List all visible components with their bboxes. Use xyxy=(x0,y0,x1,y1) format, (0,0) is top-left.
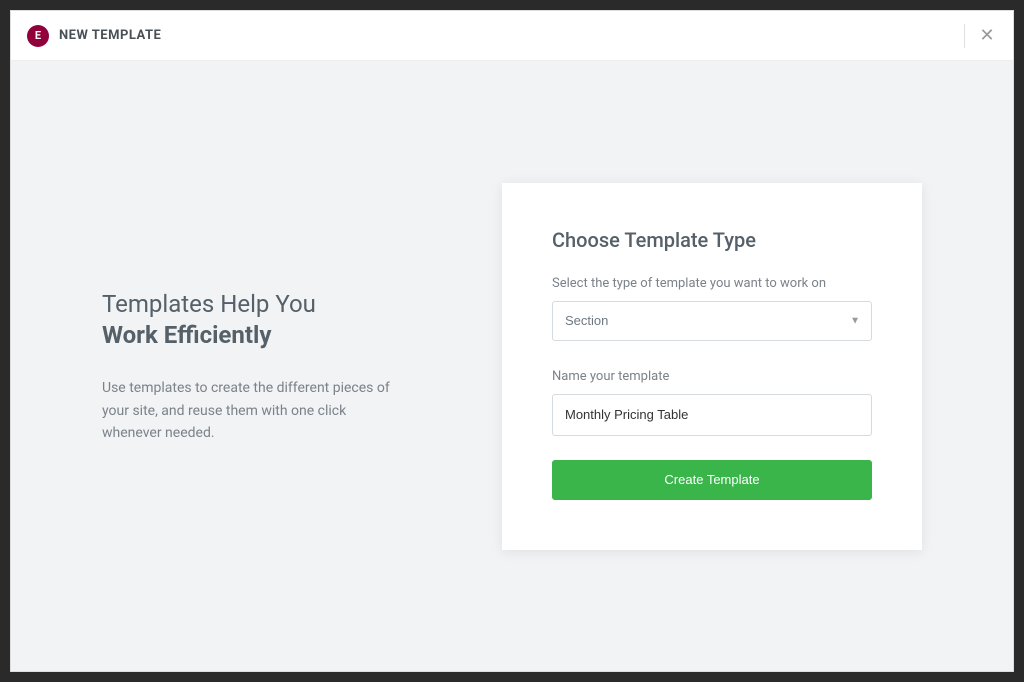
heading-line-2: Work Efficiently xyxy=(102,321,402,349)
template-type-select-wrapper: Section ▼ xyxy=(552,301,872,341)
form-panel: Choose Template Type Select the type of … xyxy=(502,183,922,550)
modal-body: Templates Help You Work Efficiently Use … xyxy=(11,61,1013,671)
close-icon: ✕ xyxy=(979,27,994,45)
template-type-select[interactable]: Section xyxy=(552,301,872,341)
heading-line-1: Templates Help You xyxy=(102,288,402,322)
close-button[interactable]: ✕ xyxy=(977,26,997,46)
modal-header: E NEW TEMPLATE ✕ xyxy=(11,11,1013,61)
template-name-input[interactable] xyxy=(552,394,872,436)
form-title: Choose Template Type xyxy=(552,228,872,252)
header-divider xyxy=(964,24,965,48)
modal-title: NEW TEMPLATE xyxy=(59,28,161,43)
intro-panel: Templates Help You Work Efficiently Use … xyxy=(102,288,402,445)
header-left: E NEW TEMPLATE xyxy=(27,25,161,47)
header-right: ✕ xyxy=(964,24,997,48)
template-name-label: Name your template xyxy=(552,369,872,384)
logo-glyph: E xyxy=(35,29,41,42)
intro-description: Use templates to create the different pi… xyxy=(102,377,402,444)
new-template-modal: E NEW TEMPLATE ✕ Templates Help You Work… xyxy=(10,10,1014,672)
template-type-label: Select the type of template you want to … xyxy=(552,276,872,291)
elementor-logo-icon: E xyxy=(27,25,49,47)
create-template-button[interactable]: Create Template xyxy=(552,460,872,500)
